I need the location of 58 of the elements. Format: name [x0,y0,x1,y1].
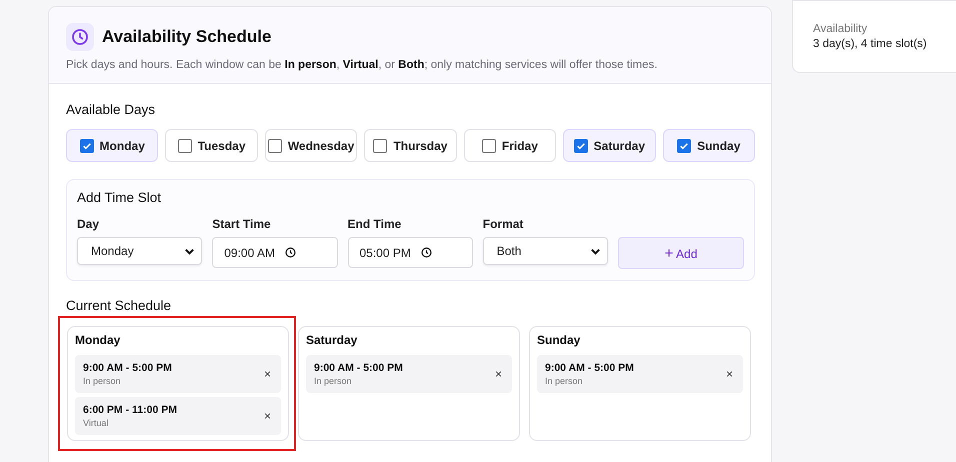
panel-title: Add Time Slot [77,190,162,205]
time-field[interactable]: 05:00 PM [348,237,473,268]
day-option[interactable]: Thursday [364,129,457,162]
checkbox[interactable] [677,138,692,152]
select-field[interactable]: Both [482,237,608,265]
slot-format: In person [545,376,584,386]
summary-label: Availability [813,23,868,35]
day-option[interactable]: Sunday [662,129,755,162]
checkmark-icon [82,140,92,150]
section-title: Availability Schedule [102,27,272,47]
day-label: Wednesday [288,138,354,152]
clock-icon [420,247,432,258]
checkbox[interactable] [268,138,282,152]
day-name: Monday [75,333,122,347]
field-label: End Time [348,217,402,231]
day-name: Sunday [537,333,582,347]
checkbox[interactable] [80,138,94,152]
section-description: Pick days and hours. Each window can be In person, Virtual, or Both; only matching services will offer those times. [66,59,658,71]
select-field[interactable]: Monday [77,237,202,265]
field-label: Format [482,217,524,231]
slot-format: In person [83,376,122,386]
slot-format: In person [314,376,353,386]
current-schedule-label: Current Schedule [66,298,172,313]
clock-icon [66,23,94,51]
day-option[interactable]: Wednesday [264,129,358,162]
slot-time: 9:00 AM - 5:00 PM [83,362,172,374]
clock-icon [284,247,296,258]
day-option[interactable]: Tuesday [165,129,258,162]
remove-button[interactable]: × [724,367,735,381]
day-option[interactable]: Friday [464,129,556,162]
day-option[interactable]: Saturday [563,129,656,162]
field-label: Start Time [212,217,272,231]
remove-button[interactable]: × [262,409,273,423]
day-option[interactable]: Monday [66,129,158,162]
remove-button[interactable]: × [492,367,504,381]
summary-value: 3 day(s), 4 time slot(s) [813,38,928,50]
checkbox[interactable] [482,138,496,152]
add-button[interactable]: + Add [618,237,744,269]
day-name: Saturday [306,333,358,347]
day-label: Saturday [594,138,645,152]
checkbox[interactable] [373,138,388,152]
slot-format: Virtual [83,418,110,428]
checkmark-icon [679,140,690,150]
slot-time: 6:00 PM - 11:00 PM [83,404,177,416]
checkmark-icon [576,140,586,150]
field-label: Day [77,217,100,231]
remove-button[interactable]: × [262,367,273,381]
day-label: Friday [502,138,538,152]
slot-time: 9:00 AM - 5:00 PM [545,362,634,374]
day-label: Thursday [393,138,448,152]
slot-time: 9:00 AM - 5:00 PM [314,362,403,374]
day-label: Sunday [697,138,740,152]
time-field[interactable]: 09:00 AM [212,237,338,268]
day-label: Monday [100,138,145,152]
checkbox[interactable] [574,138,588,152]
available-days-label: Available Days [66,102,156,117]
checkbox[interactable] [178,138,192,152]
day-label: Tuesday [198,138,246,152]
